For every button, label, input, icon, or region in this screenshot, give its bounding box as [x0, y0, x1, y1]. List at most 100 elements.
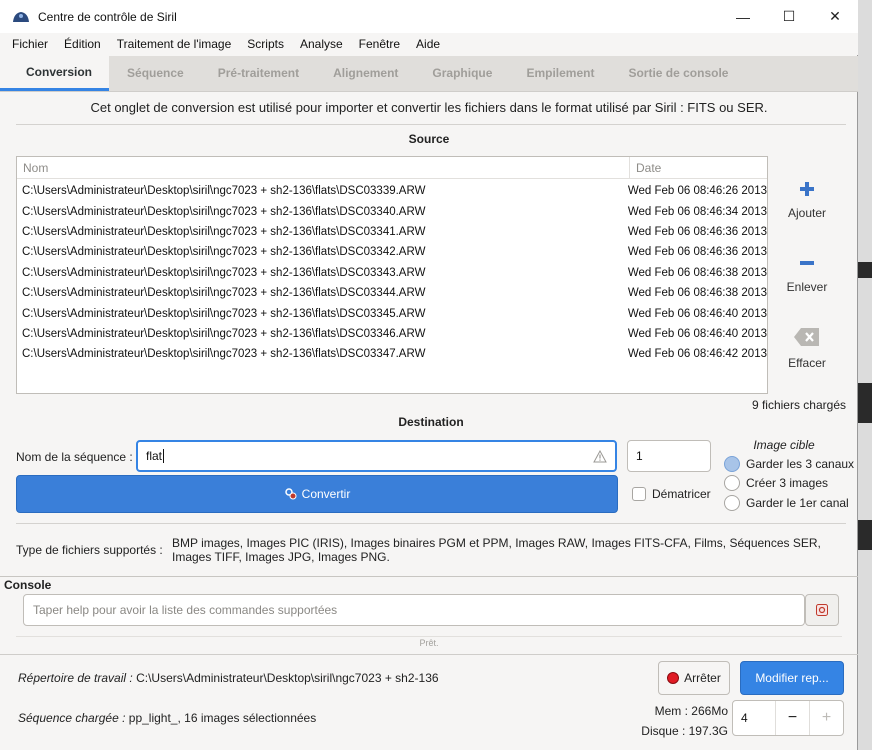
stop-label: Arrêter [684, 671, 721, 685]
increment-button[interactable]: + [809, 701, 843, 735]
threads-value[interactable]: 4 [733, 711, 775, 725]
menu-fichier[interactable]: Fichier [4, 37, 56, 51]
file-date: Wed Feb 06 08:46:34 2013 [627, 205, 767, 218]
desktop-fragment [858, 262, 872, 278]
conversion-intro-text: Cet onglet de conversion est utilisé pou… [90, 100, 768, 115]
tab-graphique[interactable]: Graphique [415, 55, 509, 91]
tab-empilement[interactable]: Empilement [509, 55, 611, 91]
table-row[interactable]: C:\Users\Administrateur\Desktop\siril\ng… [17, 324, 767, 344]
loaded-sequence-value: pp_light_, 16 images sélectionnées [128, 711, 317, 725]
checkbox-box [632, 487, 646, 501]
clear-files-button[interactable]: Effacer [774, 326, 840, 370]
file-name: C:\Users\Administrateur\Desktop\siril\ng… [22, 348, 426, 361]
radio-create-3-images[interactable]: Créer 3 images [724, 475, 828, 491]
table-row[interactable]: C:\Users\Administrateur\Desktop\siril\ng… [17, 263, 767, 283]
divider [0, 654, 858, 655]
file-date: Wed Feb 06 08:46:38 2013 [627, 287, 767, 300]
working-directory-label: Répertoire de travail : [18, 671, 133, 685]
title-bar: Centre de contrôle de Siril — ☐ ✕ [0, 0, 858, 33]
window-title: Centre de contrôle de Siril [38, 9, 177, 24]
desktop-fragment [858, 383, 872, 423]
sequence-name-label: Nom de la séquence : [16, 450, 133, 464]
stop-record-icon [667, 672, 680, 684]
file-date: Wed Feb 06 08:46:42 2013 [627, 348, 767, 361]
start-index-input[interactable]: 1 [627, 440, 711, 472]
radio-keep-3-channels[interactable]: Garder les 3 canaux [724, 456, 854, 472]
siril-window: Centre de contrôle de Siril — ☐ ✕ Fichie… [0, 0, 858, 750]
threads-spinbutton[interactable]: 4 − + [732, 700, 844, 736]
menu-scripts[interactable]: Scripts [239, 37, 292, 51]
add-files-label: Ajouter [787, 206, 827, 220]
file-date: Wed Feb 06 08:46:36 2013 [627, 246, 767, 259]
radio-keep-first-channel[interactable]: Garder le 1er canal [724, 495, 849, 511]
command-input[interactable]: Taper help pour avoir la liste des comma… [23, 594, 805, 626]
table-row[interactable]: C:\Users\Administrateur\Desktop\siril\ng… [17, 283, 767, 303]
table-row[interactable]: C:\Users\Administrateur\Desktop\siril\ng… [17, 181, 767, 201]
menu-fenetre[interactable]: Fenêtre [351, 37, 408, 51]
column-header-name[interactable]: Nom [17, 156, 630, 179]
tab-conversion[interactable]: Conversion [0, 55, 110, 91]
tab-alignement[interactable]: Alignement [316, 55, 415, 91]
file-name: C:\Users\Administrateur\Desktop\siril\ng… [22, 287, 426, 300]
window-controls: — ☐ ✕ [720, 0, 858, 33]
table-row[interactable]: C:\Users\Administrateur\Desktop\siril\ng… [17, 222, 767, 242]
working-directory: Répertoire de travail : C:\Users\Adminis… [18, 671, 439, 685]
command-placeholder: Taper help pour avoir la liste des comma… [33, 603, 338, 617]
table-row[interactable]: C:\Users\Administrateur\Desktop\siril\ng… [17, 303, 767, 323]
minus-icon [800, 261, 814, 265]
convert-button[interactable]: Convertir [16, 475, 618, 513]
convert-label: Convertir [301, 487, 351, 501]
file-name: C:\Users\Administrateur\Desktop\siril\ng… [22, 246, 426, 259]
help-book-icon [816, 604, 828, 616]
debayer-label: Dématricer [652, 487, 711, 501]
menu-aide[interactable]: Aide [408, 37, 448, 51]
add-files-button[interactable]: Ajouter [774, 180, 840, 220]
table-row[interactable]: C:\Users\Administrateur\Desktop\siril\ng… [17, 344, 767, 364]
table-row[interactable]: C:\Users\Administrateur\Desktop\siril\ng… [17, 242, 767, 262]
loaded-sequence-label: Séquence chargée : [18, 711, 126, 725]
file-date: Wed Feb 06 08:46:36 2013 [627, 225, 767, 238]
sequence-name-input[interactable]: flat [136, 440, 617, 472]
file-name: C:\Users\Administrateur\Desktop\siril\ng… [22, 185, 426, 198]
tab-pretraitement[interactable]: Pré-traitement [201, 55, 316, 91]
destination-title: Destination [398, 415, 464, 429]
table-row[interactable]: C:\Users\Administrateur\Desktop\siril\ng… [17, 201, 767, 221]
stop-button[interactable]: Arrêter [658, 661, 730, 695]
script-help-button[interactable] [805, 594, 839, 626]
radio-label: Créer 3 images [746, 476, 829, 490]
file-rows: C:\Users\Administrateur\Desktop\siril\ng… [17, 179, 767, 365]
divider [16, 523, 846, 524]
file-name: C:\Users\Administrateur\Desktop\siril\ng… [22, 307, 426, 320]
file-date: Wed Feb 06 08:46:40 2013 [627, 327, 767, 340]
debayer-checkbox[interactable]: Dématricer [632, 487, 711, 501]
backspace-clear-icon [794, 328, 819, 346]
radio-dot-selected [724, 456, 740, 472]
memory-usage: Mem : 266Mo [654, 704, 728, 718]
source-file-list[interactable]: Nom Date C:\Users\Administrateur\Desktop… [16, 156, 768, 394]
tab-sortie-console[interactable]: Sortie de console [611, 55, 745, 91]
plus-icon [800, 182, 814, 196]
maximize-button[interactable]: ☐ [766, 0, 812, 33]
source-title: Source [408, 132, 450, 146]
close-button[interactable]: ✕ [812, 0, 858, 33]
column-header-date[interactable]: Date [630, 161, 661, 175]
file-list-header: Nom Date [17, 156, 767, 179]
menu-analyse[interactable]: Analyse [292, 37, 351, 51]
change-directory-button[interactable]: Modifier rep... [740, 661, 844, 695]
file-name: C:\Users\Administrateur\Desktop\siril\ng… [22, 225, 426, 238]
menu-traitement[interactable]: Traitement de l'image [109, 37, 240, 51]
sequence-name-value: flat [146, 449, 163, 463]
console-status: Prêt. [419, 638, 439, 648]
minimize-button[interactable]: — [720, 0, 766, 33]
menu-edition[interactable]: Édition [56, 37, 109, 51]
menu-bar: Fichier Édition Traitement de l'image Sc… [0, 33, 858, 55]
file-name: C:\Users\Administrateur\Desktop\siril\ng… [22, 266, 426, 279]
remove-files-button[interactable]: Enlever [774, 254, 840, 294]
tab-sequence[interactable]: Séquence [109, 55, 201, 91]
radio-dot [724, 475, 740, 491]
warning-icon [593, 450, 607, 463]
clear-files-label: Effacer [788, 356, 826, 370]
text-cursor [163, 449, 165, 463]
decrement-button[interactable]: − [775, 701, 809, 735]
convert-icon [284, 488, 297, 500]
